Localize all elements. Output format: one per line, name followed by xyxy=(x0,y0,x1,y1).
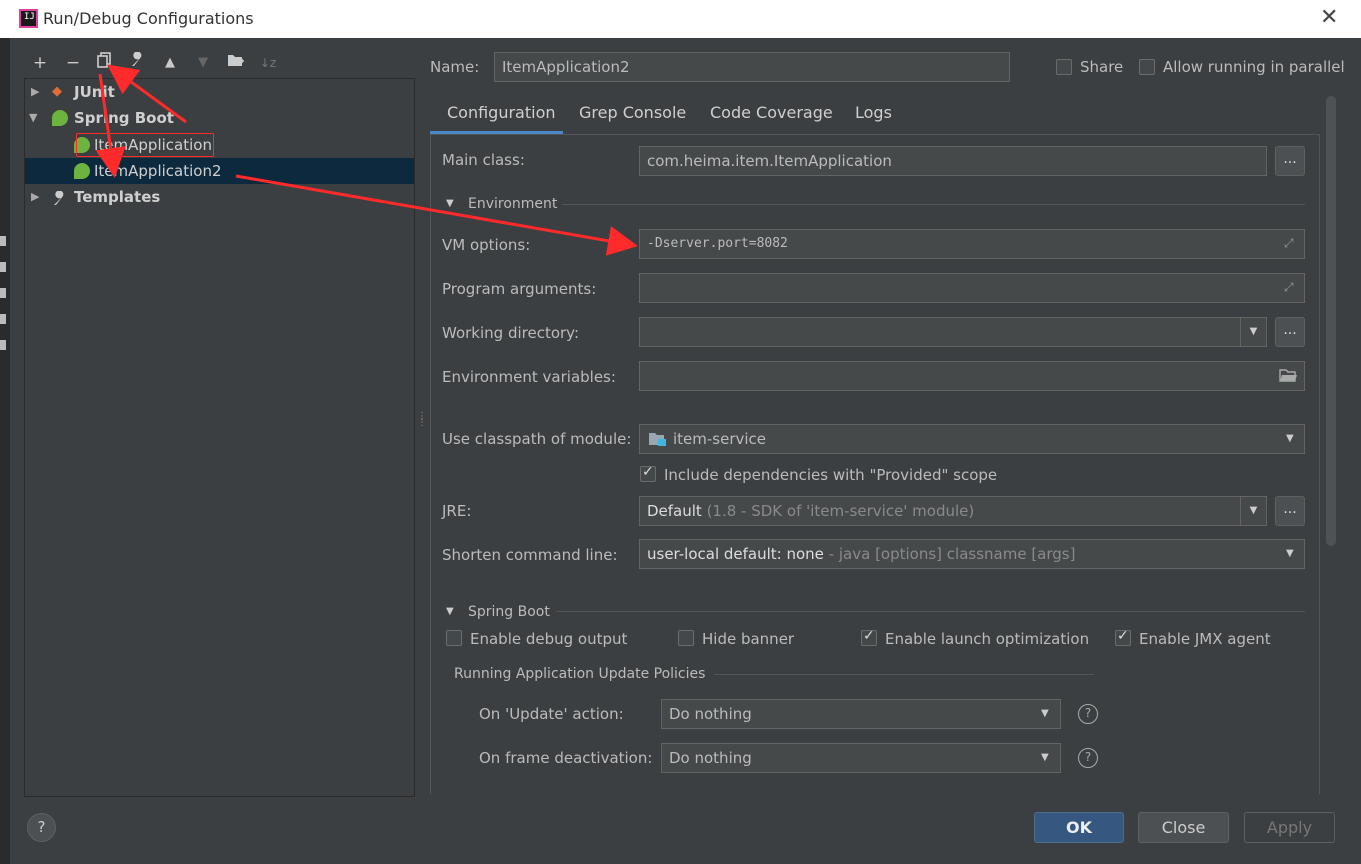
ok-button[interactable]: OK xyxy=(1034,812,1124,843)
program-args-field[interactable] xyxy=(639,273,1305,303)
on-update-label: On 'Update' action: xyxy=(479,705,624,723)
divider xyxy=(556,611,1305,612)
working-dir-dropdown-icon[interactable]: ▼ xyxy=(1241,317,1267,347)
divider xyxy=(562,204,1305,205)
hide-banner-checkbox[interactable] xyxy=(678,630,694,646)
on-frame-label: On frame deactivation: xyxy=(479,749,653,767)
update-policies-header: Running Application Update Policies xyxy=(454,666,706,682)
launch-optimization-label: Enable launch optimization xyxy=(885,630,1090,648)
folder-add-icon xyxy=(228,55,244,66)
expand-field-icon[interactable]: ⤢ xyxy=(1284,280,1294,295)
junit-icon: ◆ xyxy=(52,84,62,99)
close-window-icon[interactable]: ✕ xyxy=(1320,5,1338,30)
vm-options-label: VM options: xyxy=(442,236,531,254)
classpath-label: Use classpath of module: xyxy=(442,430,632,448)
help-icon[interactable]: ? xyxy=(1078,748,1098,768)
remove-config-button[interactable]: − xyxy=(62,52,84,74)
add-config-button[interactable]: + xyxy=(29,52,51,74)
tree-item-spring-boot[interactable]: ▼ Spring Boot xyxy=(25,105,414,131)
program-args-label: Program arguments: xyxy=(442,280,597,298)
env-vars-label: Environment variables: xyxy=(442,368,616,386)
collapse-arrow-icon[interactable]: ▼ xyxy=(29,105,37,131)
chevron-down-icon[interactable]: ▼ xyxy=(1041,752,1049,763)
intellij-icon: IJ xyxy=(19,9,38,28)
include-deps-checkbox[interactable] xyxy=(640,464,656,482)
help-button[interactable]: ? xyxy=(27,813,56,842)
debug-output-label: Enable debug output xyxy=(470,630,628,648)
share-checkbox[interactable] xyxy=(1056,59,1072,75)
sort-button[interactable]: ↓z xyxy=(257,52,279,74)
module-icon xyxy=(648,431,667,451)
chevron-down-icon[interactable]: ▼ xyxy=(1286,433,1294,444)
launch-optimization-checkbox[interactable] xyxy=(861,628,877,646)
expand-arrow-icon[interactable]: ▶ xyxy=(31,184,39,210)
spring-boot-icon xyxy=(52,110,68,126)
tab-grep-console[interactable]: Grep Console xyxy=(579,103,686,122)
env-vars-field[interactable] xyxy=(639,361,1305,391)
vm-options-field[interactable]: -Dserver.port=8082 xyxy=(639,229,1305,259)
jmx-agent-label: Enable JMX agent xyxy=(1139,630,1271,648)
expand-arrow-icon[interactable]: ▶ xyxy=(31,79,39,105)
tab-configuration[interactable]: Configuration xyxy=(447,103,556,122)
name-label: Name: xyxy=(430,58,480,76)
classpath-select[interactable]: item-service xyxy=(639,424,1305,454)
main-class-label: Main class: xyxy=(442,151,525,169)
working-dir-field[interactable] xyxy=(639,317,1241,347)
copy-icon xyxy=(97,52,111,68)
tab-code-coverage[interactable]: Code Coverage xyxy=(710,103,833,122)
jmx-agent-checkbox[interactable] xyxy=(1115,628,1131,646)
tree-item-templates[interactable]: ▶ Templates xyxy=(25,184,414,210)
new-folder-button[interactable] xyxy=(225,52,247,74)
chevron-down-icon[interactable]: ▼ xyxy=(1286,548,1294,559)
divider xyxy=(714,674,1094,675)
tab-logs[interactable]: Logs xyxy=(855,103,892,122)
jre-browse-button[interactable]: ... xyxy=(1275,496,1305,526)
title-bar: IJ Run/Debug Configurations ✕ xyxy=(0,0,1361,38)
main-class-browse-button[interactable]: ... xyxy=(1275,146,1305,176)
wrench-icon xyxy=(132,51,142,66)
include-deps-label: Include dependencies with "Provided" sco… xyxy=(664,466,998,484)
working-dir-browse-button[interactable]: ... xyxy=(1275,317,1305,347)
apply-button[interactable]: Apply xyxy=(1244,812,1335,843)
window-title: Run/Debug Configurations xyxy=(43,9,254,28)
on-update-select[interactable]: Do nothing xyxy=(661,699,1061,729)
main-class-field[interactable]: com.heima.item.ItemApplication xyxy=(639,146,1267,176)
spring-boot-collapse-icon[interactable]: ▼ xyxy=(446,606,454,617)
scrollbar-thumb[interactable] xyxy=(1326,96,1336,546)
environment-header: Environment xyxy=(468,196,558,212)
background-window-strip xyxy=(0,38,10,864)
annotation-box xyxy=(76,133,214,157)
help-icon[interactable]: ? xyxy=(1078,704,1098,724)
environment-collapse-icon[interactable]: ▼ xyxy=(446,198,454,209)
jre-field[interactable]: Default (1.8 - SDK of 'item-service' mod… xyxy=(639,496,1241,526)
jre-label: JRE: xyxy=(442,502,472,520)
tree-item-itemapplication2[interactable]: ItemApplication2 xyxy=(25,158,414,184)
share-label: Share xyxy=(1080,58,1124,76)
name-field[interactable]: ItemApplication2 xyxy=(494,52,1010,82)
folder-open-icon[interactable] xyxy=(1279,368,1298,387)
parallel-label: Allow running in parallel xyxy=(1163,58,1345,76)
wrench-icon xyxy=(52,189,68,205)
chevron-down-icon[interactable]: ▼ xyxy=(1041,708,1049,719)
tree-item-junit[interactable]: ▶ ◆ JUnit xyxy=(25,79,414,105)
copy-config-button[interactable] xyxy=(94,52,116,74)
splitter-handle[interactable]: ⋮ ⋮ xyxy=(417,412,427,428)
working-dir-label: Working directory: xyxy=(442,324,580,342)
move-up-button[interactable]: ▲ xyxy=(159,52,181,74)
parallel-checkbox[interactable] xyxy=(1139,59,1155,75)
spring-boot-app-icon xyxy=(74,163,90,179)
shorten-label: Shorten command line: xyxy=(442,546,618,564)
hide-banner-label: Hide banner xyxy=(702,630,795,648)
edit-defaults-button[interactable] xyxy=(127,51,149,74)
on-frame-select[interactable]: Do nothing xyxy=(661,743,1061,773)
debug-output-checkbox[interactable] xyxy=(446,630,462,646)
close-button[interactable]: Close xyxy=(1138,812,1229,843)
move-down-button[interactable]: ▼ xyxy=(192,52,214,74)
shorten-select[interactable]: user-local default: none - java [options… xyxy=(639,539,1305,569)
spring-boot-header: Spring Boot xyxy=(468,604,550,620)
jre-dropdown-icon[interactable]: ▼ xyxy=(1241,496,1267,526)
expand-field-icon[interactable]: ⤢ xyxy=(1284,236,1294,251)
